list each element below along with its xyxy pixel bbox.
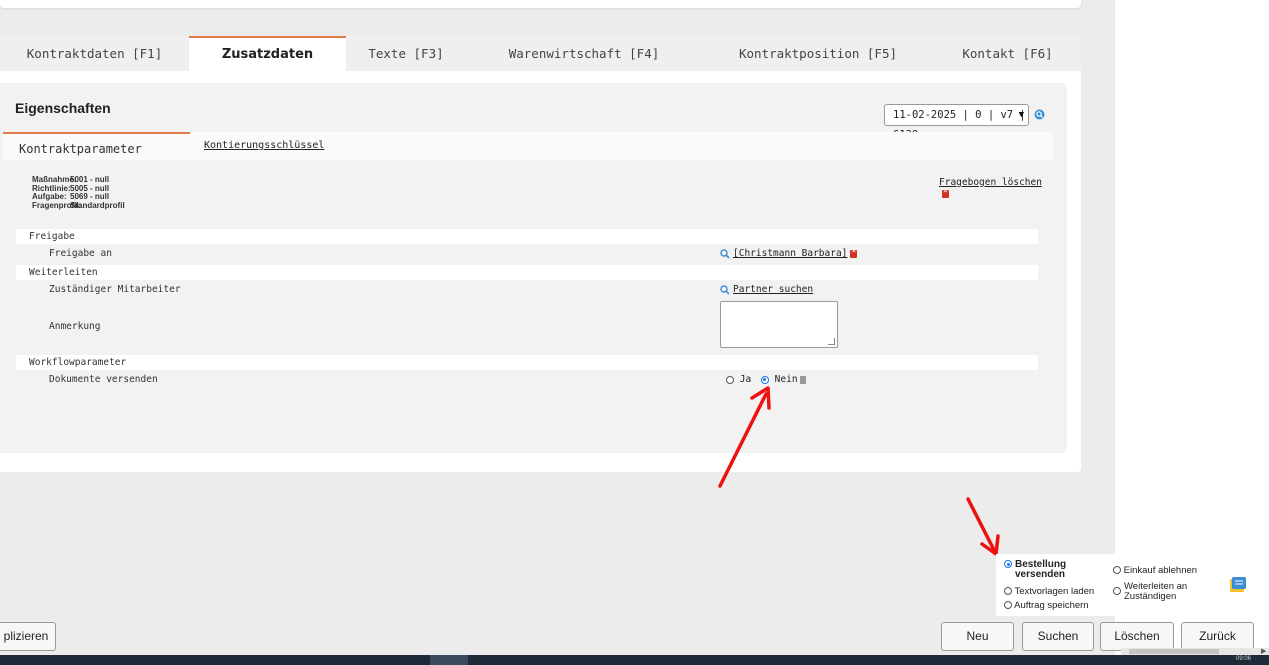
partner-search-link[interactable]: Partner suchen (733, 284, 813, 295)
top-bar (0, 0, 1081, 8)
scrollbar-thumb[interactable] (1129, 649, 1219, 654)
anmerkung-textarea[interactable] (720, 301, 838, 348)
delete-questionnaire-label: Fragebogen löschen (939, 177, 1042, 188)
clear-icon[interactable] (799, 375, 806, 384)
taskbar-clock: 09:06 (1235, 656, 1251, 662)
tab-warenwirtschaft[interactable]: Warenwirtschaft [F4] (466, 36, 702, 71)
meta-info: Maßnahme:5001 - null Richtlinie:5005 - n… (32, 175, 125, 210)
workflow-actions: Bestellung versenden Textvorlagen laden … (996, 554, 1261, 616)
action-auftrag-label: Auftrag speichern (1014, 600, 1089, 611)
section-weiterleiten: Weiterleiten (16, 265, 1038, 280)
send-document-icon[interactable] (1228, 576, 1248, 594)
row-label-freigabe-an: Freigabe an (49, 248, 112, 259)
delete-icon[interactable] (942, 186, 949, 198)
radio-ja-label: Ja (739, 374, 752, 385)
row-label-anmerkung: Anmerkung (49, 321, 101, 332)
back-button[interactable]: Zurück (1181, 622, 1254, 651)
action-bestellung-label[interactable]: Bestellung versenden (1015, 560, 1075, 580)
row-label-dokumente: Dokumente versenden (49, 374, 158, 385)
chevron-down-icon: ▼ (1018, 110, 1024, 120)
meta-value: Standardprofil (70, 200, 125, 210)
action-weiterleiten-label[interactable]: Weiterleiten an Zuständigen (1124, 582, 1204, 601)
horizontal-scrollbar[interactable]: ▶ (1121, 647, 1269, 655)
action-textvorlagen[interactable]: Textvorlagen laden (1004, 587, 1094, 597)
refresh-search-icon[interactable] (1034, 109, 1045, 120)
tab-kontraktposition[interactable]: Kontraktposition [F5] (702, 36, 934, 71)
action-textvorlagen-label: Textvorlagen laden (1014, 586, 1095, 597)
new-button[interactable]: Neu (941, 622, 1014, 651)
annotation-arrow-icon (966, 497, 1000, 556)
delete-questionnaire-link[interactable]: Fragebogen löschen (939, 177, 1053, 199)
tab-bar: Kontraktdaten [F1] Zusatzdaten Texte [F3… (0, 36, 1081, 71)
search-icon[interactable] (720, 248, 730, 259)
radio-ablehnen[interactable] (1113, 566, 1121, 575)
search-icon[interactable] (720, 284, 730, 295)
partner-search-field[interactable]: Partner suchen (720, 284, 813, 295)
search-button[interactable]: Suchen (1022, 622, 1094, 651)
action-bestellung[interactable] (1004, 560, 1012, 570)
taskbar-app[interactable] (430, 655, 468, 665)
delete-icon[interactable] (850, 246, 858, 258)
action-ablehnen-label: Einkauf ablehnen (1123, 565, 1198, 576)
radio-auftrag[interactable] (1004, 601, 1012, 610)
row-label-mitarbeiter: Zuständiger Mitarbeiter (49, 284, 181, 295)
properties-panel: Eigenschaften 11-02-2025 | 0 | v7 | 6139… (0, 83, 1067, 453)
subtab-bar: Kontraktparameter Einkauf Kontierungssch… (3, 132, 1053, 186)
radio-weiterleiten[interactable] (1113, 587, 1121, 596)
tab-texte[interactable]: Texte [F3] (346, 36, 466, 71)
subtab-kontraktparameter[interactable]: Kontraktparameter Einkauf (3, 132, 190, 186)
radio-bestellung[interactable] (1004, 560, 1012, 569)
section-title: Eigenschaften (15, 100, 111, 116)
radio-ja[interactable] (726, 375, 734, 384)
form-content: Maßnahme:5001 - null Richtlinie:5005 - n… (16, 160, 1053, 390)
radio-nein[interactable] (760, 375, 769, 384)
meta-key: Fragenprofil: (32, 200, 82, 210)
tab-kontraktdaten[interactable]: Kontraktdaten [F1] (0, 36, 189, 71)
section-freigabe: Freigabe (16, 229, 1038, 244)
freigabe-an-value[interactable]: [Christmann Barbara] (733, 248, 847, 259)
radio-nein-label: Nein (774, 374, 798, 385)
tab-kontakt[interactable]: Kontakt [F6] (934, 36, 1081, 71)
scroll-right-icon[interactable]: ▶ (1261, 647, 1266, 655)
radio-textvorlagen[interactable] (1004, 587, 1012, 596)
taskbar: 09:06 (0, 655, 1269, 665)
freigabe-an-field[interactable]: [Christmann Barbara] (720, 246, 858, 259)
dokumente-radio-group: Ja Nein (726, 374, 806, 385)
action-weiterleiten[interactable] (1113, 587, 1121, 597)
section-workflow: Workflowparameter (16, 355, 1038, 370)
delete-button[interactable]: Löschen (1100, 622, 1174, 651)
action-ablehnen[interactable]: Einkauf ablehnen (1113, 566, 1197, 576)
action-auftrag[interactable]: Auftrag speichern (1004, 601, 1089, 611)
tab-zusatzdaten[interactable]: Zusatzdaten (189, 36, 346, 71)
version-select[interactable]: 11-02-2025 | 0 | v7 | 6139 ▼ (884, 104, 1029, 141)
subtab-kontierungsschluessel[interactable]: Kontierungsschlüssel (204, 140, 324, 151)
main-panel: Kontraktdaten [F1] Zusatzdaten Texte [F3… (0, 36, 1081, 472)
duplicate-button[interactable]: plizieren (0, 622, 56, 651)
